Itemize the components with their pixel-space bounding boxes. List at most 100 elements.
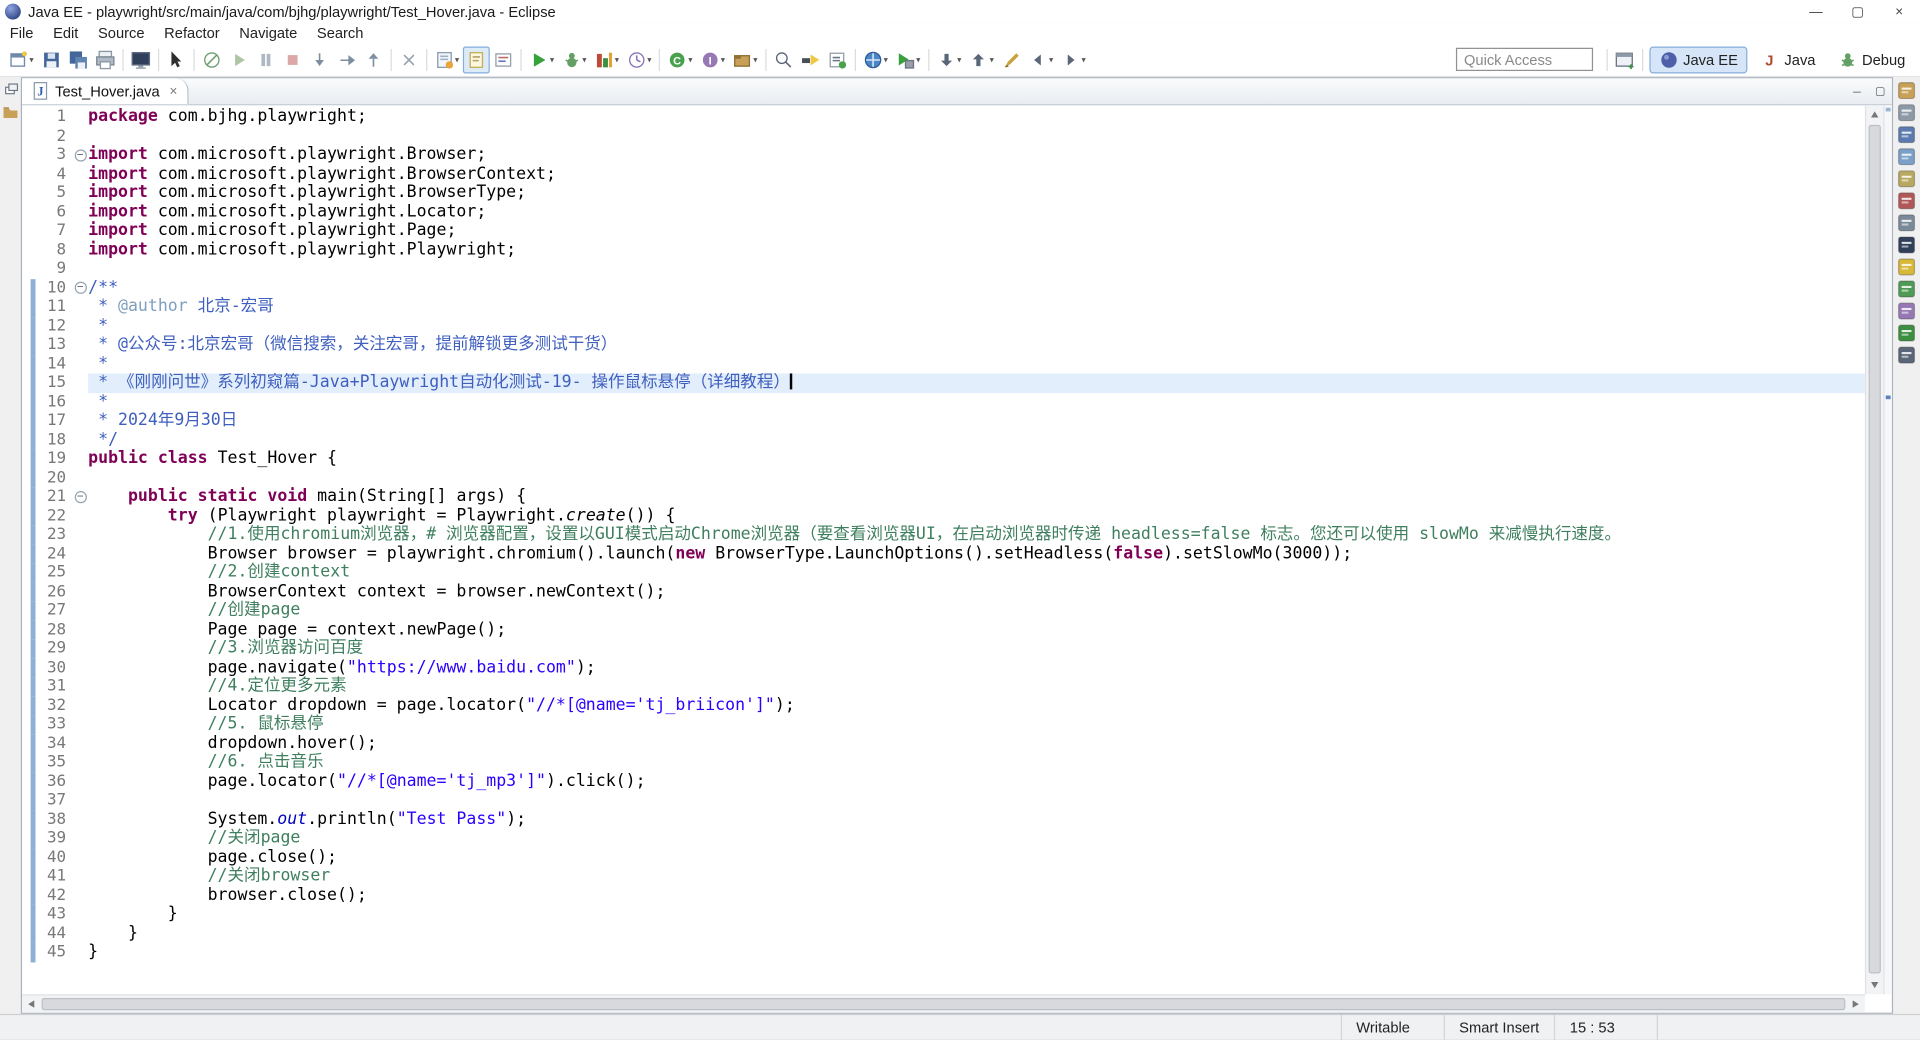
suspend-button[interactable]: [252, 46, 279, 73]
new-java-package-button[interactable]: ▾: [729, 46, 761, 73]
code-line[interactable]: 8import com.microsoft.playwright.Playwri…: [22, 241, 1865, 260]
profile-dropdown-icon[interactable]: ▾: [647, 54, 651, 64]
mark-occurrences-button[interactable]: [463, 46, 490, 73]
print-button[interactable]: [91, 46, 118, 73]
code-line[interactable]: 30 page.navigate("https://www.baidu.com"…: [22, 658, 1865, 677]
code-line[interactable]: 2: [22, 127, 1865, 146]
overview-marker[interactable]: [1886, 108, 1891, 112]
overview-ruler[interactable]: [1883, 105, 1892, 994]
outline-view-button[interactable]: [1898, 104, 1915, 121]
open-type-button[interactable]: [770, 46, 797, 73]
new-java-interface-dropdown-icon[interactable]: ▾: [721, 54, 725, 64]
markers-view-button[interactable]: [1898, 192, 1915, 209]
step-return-button[interactable]: [359, 46, 386, 73]
code-line[interactable]: 38 System.out.println("Test Pass");: [22, 810, 1865, 829]
code-line[interactable]: 19public class Test_Hover {: [22, 449, 1865, 468]
code-line[interactable]: 14 *: [22, 354, 1865, 373]
code-line[interactable]: 3−import com.microsoft.playwright.Browse…: [22, 146, 1865, 165]
code-line[interactable]: 24 Browser browser = playwright.chromium…: [22, 544, 1865, 563]
code-line[interactable]: 40 page.close();: [22, 848, 1865, 867]
fold-toggle-icon[interactable]: −: [74, 282, 86, 294]
fold-toggle-icon[interactable]: −: [74, 491, 86, 503]
code-line[interactable]: 35 //6. 点击音乐: [22, 753, 1865, 772]
code-line[interactable]: 15 * 《刚刚问世》系列初窥篇-Java+Playwright自动化测试-19…: [22, 373, 1865, 392]
code-line[interactable]: 9: [22, 260, 1865, 279]
resume-button[interactable]: [225, 46, 252, 73]
snippets-view-button[interactable]: [1898, 170, 1915, 187]
perspective-debug[interactable]: Debug: [1828, 46, 1915, 73]
step-over-button[interactable]: [332, 46, 359, 73]
forward-button[interactable]: ▾: [1057, 46, 1089, 73]
new-wizard-dropdown-icon[interactable]: ▾: [29, 54, 33, 64]
horizontal-scrollbar[interactable]: [22, 995, 1865, 1013]
code-line[interactable]: 22 try (Playwright playwright = Playwrig…: [22, 506, 1865, 525]
maximize-window-button[interactable]: ▢: [1837, 0, 1879, 23]
project-explorer-button[interactable]: [2, 104, 19, 121]
code-line[interactable]: 31 //4.定位更多元素: [22, 677, 1865, 696]
new-java-class-dropdown-icon[interactable]: ▾: [688, 54, 692, 64]
vertical-scroll-thumb[interactable]: [1869, 125, 1881, 974]
code-line[interactable]: 16 *: [22, 392, 1865, 411]
search-view-button[interactable]: [1898, 258, 1915, 275]
data-source-explorer-view-button[interactable]: [1898, 148, 1915, 165]
bookmarks-view-button[interactable]: [1898, 324, 1915, 341]
code-line[interactable]: 27 //创建page: [22, 601, 1865, 620]
profile-button[interactable]: ▾: [623, 46, 655, 73]
coverage-button[interactable]: ▾: [590, 46, 622, 73]
menu-file[interactable]: File: [0, 23, 43, 43]
save-button[interactable]: [37, 46, 64, 73]
scroll-right-button[interactable]: [1847, 996, 1865, 1013]
code-line[interactable]: 32 Locator dropdown = page.locator("//*[…: [22, 696, 1865, 715]
code-line[interactable]: 25 //2.创建context: [22, 563, 1865, 582]
perspective-java-ee[interactable]: Java EE: [1649, 46, 1748, 73]
back-button[interactable]: ▾: [1025, 46, 1057, 73]
minimize-editor-button[interactable]: ─: [1845, 78, 1868, 104]
code-line[interactable]: 34 dropdown.hover();: [22, 734, 1865, 753]
tab-close-icon[interactable]: ×: [169, 84, 177, 99]
code-line[interactable]: 44 }: [22, 924, 1865, 943]
code-line[interactable]: 23 //1.使用chromium浏览器，# 浏览器配置，设置以GUI模式启动C…: [22, 525, 1865, 544]
run-dropdown-icon[interactable]: ▾: [550, 54, 554, 64]
menu-edit[interactable]: Edit: [43, 23, 88, 43]
minimize-window-button[interactable]: —: [1795, 0, 1837, 23]
menu-navigate[interactable]: Navigate: [229, 23, 307, 43]
progress-view-button[interactable]: [1898, 280, 1915, 297]
code-line[interactable]: 41 //关闭browser: [22, 867, 1865, 886]
open-perspective-button[interactable]: [1611, 46, 1638, 73]
servers-view-button[interactable]: [1898, 126, 1915, 143]
new-wizard-button[interactable]: ▾: [5, 46, 37, 73]
code-line[interactable]: 29 //3.浏览器访问百度: [22, 639, 1865, 658]
new-servlet-dropdown-icon[interactable]: ▾: [455, 54, 459, 64]
tab-test-hover-java[interactable]: J Test_Hover.java ×: [22, 78, 188, 104]
code-line[interactable]: 42 browser.close();: [22, 886, 1865, 905]
menu-refactor[interactable]: Refactor: [154, 23, 229, 43]
scroll-up-button[interactable]: [1866, 105, 1883, 123]
scroll-down-button[interactable]: [1866, 976, 1883, 994]
code-line[interactable]: 18 */: [22, 430, 1865, 449]
code-line[interactable]: 1package com.bjhg.playwright;: [22, 108, 1865, 127]
code-line[interactable]: 20: [22, 468, 1865, 487]
next-annotation-button[interactable]: ▾: [933, 46, 965, 73]
new-java-package-dropdown-icon[interactable]: ▾: [753, 54, 757, 64]
vertical-scrollbar[interactable]: [1865, 105, 1883, 994]
debug-dropdown-icon[interactable]: ▾: [582, 54, 586, 64]
quick-access-input[interactable]: Quick Access: [1455, 48, 1592, 71]
debug-button[interactable]: ▾: [558, 46, 590, 73]
new-java-class-button[interactable]: C▾: [664, 46, 696, 73]
external-tools-dropdown-icon[interactable]: ▾: [916, 54, 920, 64]
code-line[interactable]: 36 page.locator("//*[@name='tj_mp3']").c…: [22, 772, 1865, 791]
code-line[interactable]: 37: [22, 791, 1865, 810]
restore-views-button[interactable]: [2, 81, 19, 98]
code-line[interactable]: 5import com.microsoft.playwright.Browser…: [22, 184, 1865, 203]
external-tools-button[interactable]: ▾: [892, 46, 924, 73]
menu-source[interactable]: Source: [88, 23, 154, 43]
open-task-button[interactable]: [824, 46, 851, 73]
terminate-button[interactable]: [279, 46, 306, 73]
last-edit-location-button[interactable]: [998, 46, 1025, 73]
code-line[interactable]: 45}: [22, 943, 1865, 962]
remove-terminated-button[interactable]: [395, 46, 422, 73]
code-line[interactable]: 7import com.microsoft.playwright.Page;: [22, 222, 1865, 241]
skip-breakpoints-button[interactable]: [198, 46, 225, 73]
code-line[interactable]: 4import com.microsoft.playwright.Browser…: [22, 165, 1865, 184]
project-explorer-view-button[interactable]: [1898, 82, 1915, 99]
